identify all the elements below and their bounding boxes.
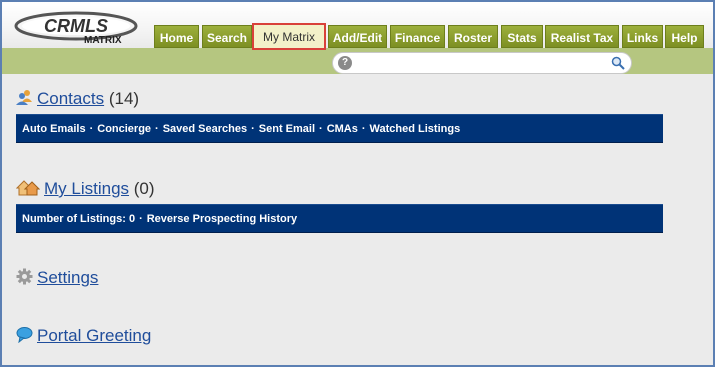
- settings-link[interactable]: Settings: [37, 268, 98, 287]
- app-window: CRMLS MATRIX Home Search My Matrix Add/E…: [0, 0, 715, 367]
- tab-stats[interactable]: Stats: [501, 25, 543, 48]
- sent-email-link[interactable]: Sent Email: [259, 123, 315, 135]
- cmas-link[interactable]: CMAs: [327, 123, 358, 135]
- contacts-heading: Contacts (14): [16, 89, 139, 111]
- saved-searches-link[interactable]: Saved Searches: [163, 123, 247, 135]
- search-box: ?: [332, 52, 632, 74]
- my-listings-links-bar: Number of Listings: 0 · Reverse Prospectin…: [16, 204, 663, 233]
- help-icon[interactable]: ?: [338, 56, 352, 70]
- tab-finance[interactable]: Finance: [390, 25, 445, 48]
- portal-greeting-link[interactable]: Portal Greeting: [37, 326, 151, 345]
- watched-listings-link[interactable]: Watched Listings: [370, 123, 461, 135]
- search-icon[interactable]: [611, 56, 625, 70]
- speech-bubble-icon: [16, 326, 33, 348]
- gear-icon: [16, 268, 33, 290]
- contacts-count: (14): [108, 89, 140, 108]
- tab-links[interactable]: Links: [622, 25, 663, 48]
- my-listings-heading: My Listings (0): [15, 179, 155, 201]
- my-listings-link[interactable]: My Listings: [44, 179, 129, 198]
- search-input[interactable]: [357, 55, 607, 71]
- contacts-link[interactable]: Contacts: [37, 89, 104, 108]
- auto-emails-link[interactable]: Auto Emails: [22, 123, 86, 135]
- svg-text:MATRIX: MATRIX: [84, 35, 122, 46]
- number-of-listings-link[interactable]: Number of Listings: 0: [22, 213, 135, 225]
- tab-home[interactable]: Home: [154, 25, 199, 48]
- tab-my-matrix[interactable]: My Matrix: [252, 23, 326, 50]
- settings-heading: Settings: [16, 268, 98, 290]
- svg-text:CRMLS: CRMLS: [44, 16, 108, 36]
- tab-roster[interactable]: Roster: [448, 25, 498, 48]
- reverse-prospecting-link[interactable]: Reverse Prospecting History: [147, 213, 297, 225]
- contacts-links-bar: Auto Emails · Concierge · Saved Searches · Sen…: [16, 114, 663, 143]
- portal-greeting-heading: Portal Greeting: [16, 326, 151, 348]
- contacts-icon: [16, 89, 33, 111]
- house-icon: [15, 179, 41, 201]
- tab-help[interactable]: Help: [665, 25, 704, 48]
- tab-add-edit[interactable]: Add/Edit: [328, 25, 387, 48]
- tab-search[interactable]: Search: [202, 25, 252, 48]
- tab-realist-tax[interactable]: Realist Tax: [545, 25, 619, 48]
- crmls-matrix-logo[interactable]: CRMLS MATRIX: [14, 10, 154, 46]
- my-listings-count: (0): [133, 179, 155, 198]
- concierge-link[interactable]: Concierge: [97, 123, 151, 135]
